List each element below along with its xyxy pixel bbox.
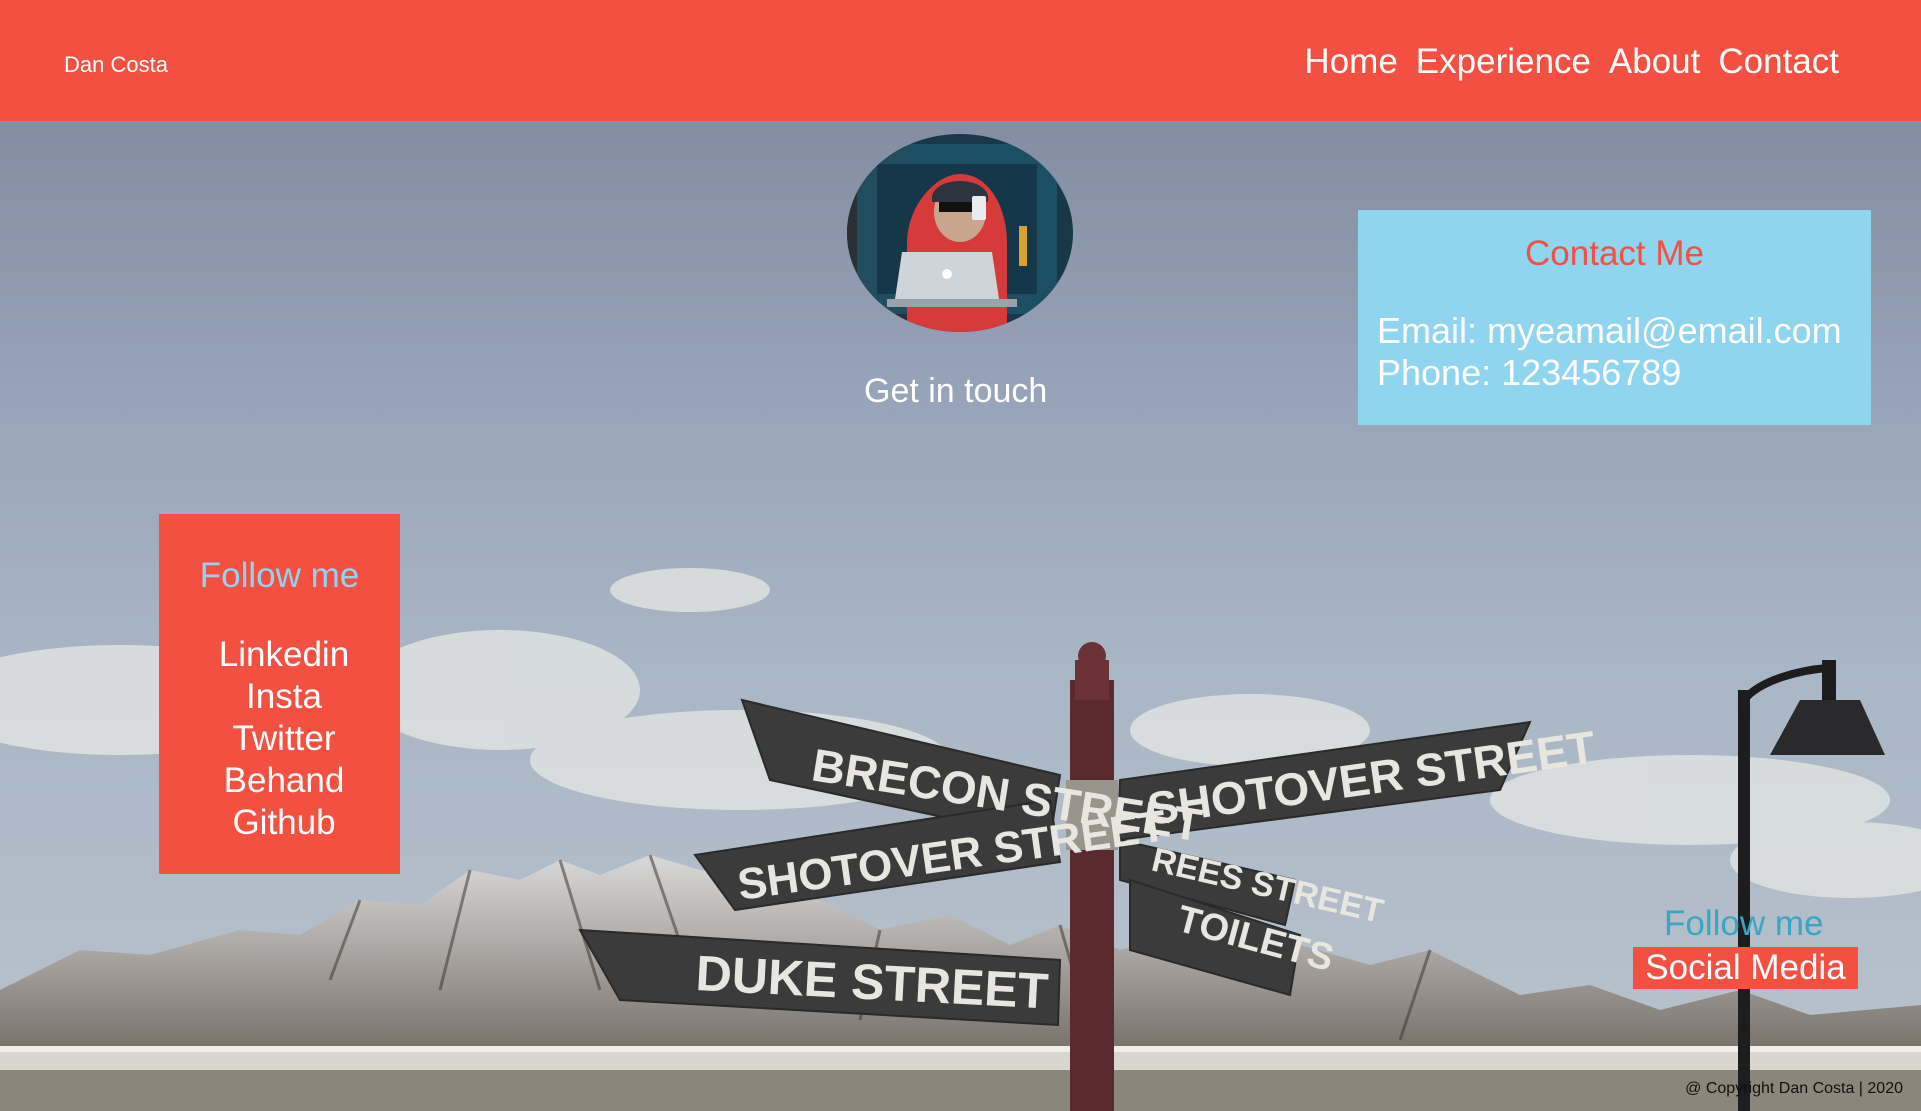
page: BRECON STREET SHOTOVER STREET SHOTOVER S… <box>0 0 1921 1111</box>
contact-card: Contact Me Email: myeamail@email.com Pho… <box>1358 210 1871 425</box>
nav-home-link[interactable]: Home <box>1304 42 1397 82</box>
linkedin-link[interactable]: Linkedin <box>159 634 409 676</box>
contact-phone: Phone: 123456789 <box>1377 352 1682 393</box>
social-follow-title: Follow me <box>1664 904 1824 943</box>
social-links-list: Linkedin Insta Twitter Behand Github <box>159 634 409 844</box>
copyright-text: @ Copyright Dan Costa | 2020 <box>1685 1080 1903 1097</box>
profile-avatar <box>847 134 1073 332</box>
insta-link[interactable]: Insta <box>159 676 409 718</box>
top-navbar: Dan Costa Home Experience About Contact <box>0 0 1921 121</box>
follow-title: Follow me <box>199 556 360 595</box>
profile-photo <box>847 134 1073 332</box>
contact-title: Contact Me <box>1525 234 1704 273</box>
behance-link[interactable]: Behand <box>159 760 409 802</box>
main-nav: Home Experience About Contact <box>1304 42 1839 82</box>
nav-about-link[interactable]: About <box>1609 42 1700 82</box>
nav-experience-link[interactable]: Experience <box>1416 42 1591 82</box>
contact-email: Email: myeamail@email.com <box>1377 310 1842 351</box>
twitter-link[interactable]: Twitter <box>159 718 409 760</box>
follow-card: Follow me Linkedin Insta Twitter Behand … <box>159 514 400 874</box>
brand-name[interactable]: Dan Costa <box>64 52 168 78</box>
social-media-button[interactable]: Social Media <box>1633 947 1858 989</box>
get-in-touch-text: Get in touch <box>864 372 1048 410</box>
github-link[interactable]: Github <box>159 802 409 844</box>
nav-contact-link[interactable]: Contact <box>1718 42 1839 82</box>
